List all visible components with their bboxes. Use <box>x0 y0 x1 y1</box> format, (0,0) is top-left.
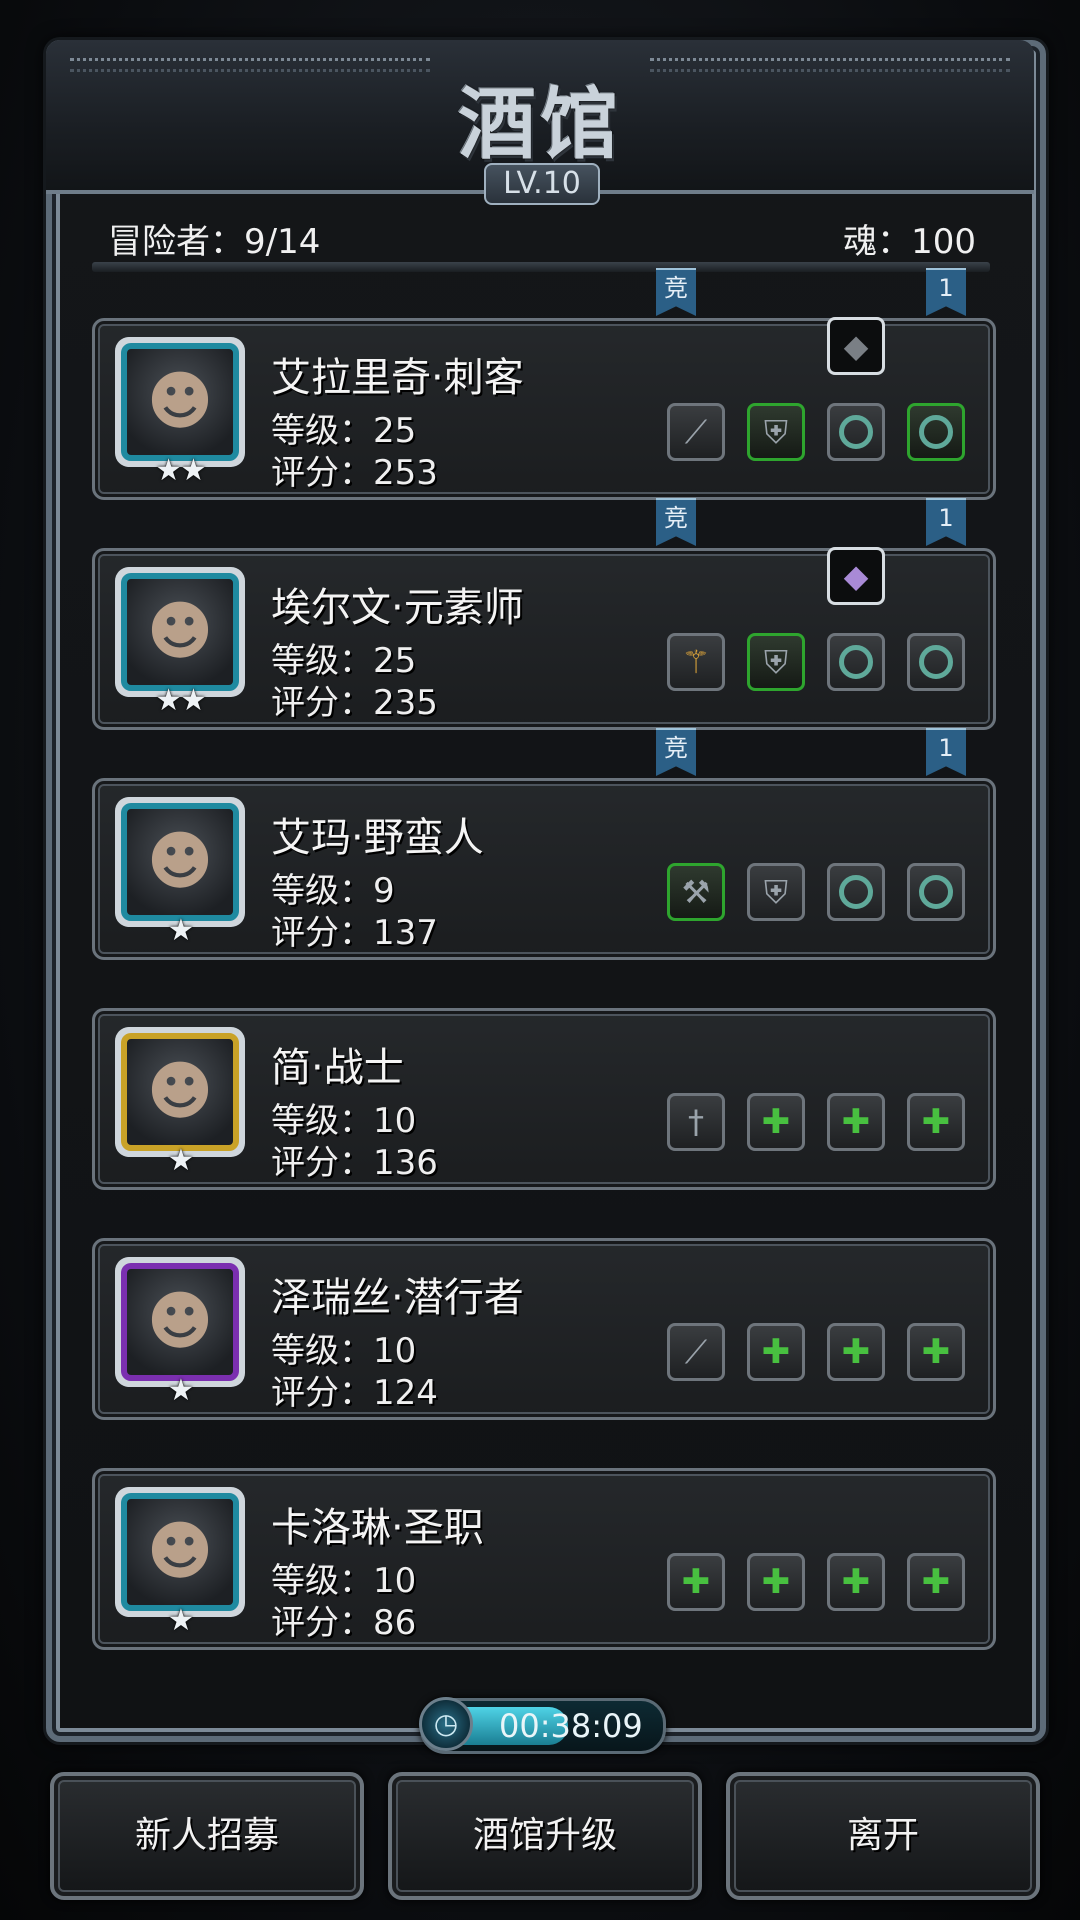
portrait-icon: ☻ <box>121 1033 239 1151</box>
hero-name: 卡洛琳·圣职 <box>271 1505 484 1551</box>
upgrade-tavern-button[interactable]: 酒馆升级 <box>388 1772 702 1900</box>
hero-card[interactable]: ☻ ★★ 艾拉里奇·刺客 等级：25 评分：253 ◆ ⟋ ⛨ <box>92 317 996 500</box>
portrait-icon: ☻ <box>121 1263 239 1381</box>
hero-score: 评分：86 <box>271 1603 417 1643</box>
add-armor-icon[interactable]: ✚ <box>747 1553 805 1611</box>
hero-portrait[interactable]: ☻ ★ <box>115 1027 245 1178</box>
hero-portrait[interactable]: ☻ ★★ <box>115 337 245 488</box>
star-rating: ★ <box>167 1373 195 1408</box>
tavern-level-badge: LV.10 <box>484 163 600 205</box>
portrait-icon: ☻ <box>121 573 239 691</box>
portrait-icon: ☻ <box>121 803 239 921</box>
star-rating: ★ <box>167 1603 195 1638</box>
hero-portrait[interactable]: ☻ ★ <box>115 1487 245 1638</box>
list-top-divider <box>92 262 990 272</box>
ring-icon[interactable] <box>907 633 965 691</box>
star-rating: ★ <box>167 1143 195 1178</box>
timer-text: 00:38:09 <box>499 1707 643 1745</box>
amethyst-icon[interactable]: ◆ <box>827 547 885 605</box>
portrait-icon: ☻ <box>121 1493 239 1611</box>
recruit-button[interactable]: 新人招募 <box>50 1772 364 1900</box>
star-rating: ★ <box>167 913 195 948</box>
hero-name: 简·战士 <box>271 1045 404 1091</box>
add-armor-icon[interactable]: ✚ <box>747 1323 805 1381</box>
ring-icon[interactable] <box>827 403 885 461</box>
add-ring-icon[interactable]: ✚ <box>907 1093 965 1151</box>
soul-count: 魂：100 <box>843 222 976 262</box>
hero-name: 艾拉里奇·刺客 <box>271 355 524 401</box>
hero-card[interactable]: ☻ ★ 艾玛·野蛮人 等级：9 评分：137 ⚒ ⛨ <box>92 778 996 960</box>
add-armor-icon[interactable]: ✚ <box>747 1093 805 1151</box>
ring-icon[interactable] <box>827 863 885 921</box>
add-ring-icon[interactable]: ✚ <box>827 1323 885 1381</box>
add-ring-icon[interactable]: ✚ <box>907 1553 965 1611</box>
armor-icon[interactable]: ⛨ <box>747 863 805 921</box>
hero-name: 泽瑞丝·潜行者 <box>271 1275 524 1321</box>
sword-icon[interactable]: † <box>667 1093 725 1151</box>
refresh-timer: ◷ 00:38:09 <box>419 1697 666 1754</box>
hero-card[interactable]: ☻ ★ 泽瑞丝·潜行者 等级：10 评分：124 ⟋ ✚ ✚ ✚ <box>92 1238 996 1420</box>
leave-button[interactable]: 离开 <box>726 1772 1040 1900</box>
ring-icon[interactable] <box>907 403 965 461</box>
staff-icon[interactable]: ⚚ <box>667 633 725 691</box>
hero-portrait[interactable]: ☻ ★ <box>115 797 245 948</box>
hero-score: 评分：136 <box>271 1143 438 1183</box>
adventurer-count: 冒险者：9/14 <box>108 222 321 262</box>
add-mace-icon[interactable]: ✚ <box>667 1553 725 1611</box>
hero-portrait[interactable]: ☻ ★ <box>115 1257 245 1408</box>
ring-icon[interactable] <box>907 863 965 921</box>
hero-score: 评分：137 <box>271 913 438 953</box>
hero-name: 埃尔文·元素师 <box>271 585 524 631</box>
hero-score: 评分：124 <box>271 1373 438 1413</box>
chain-decoration-left <box>70 58 430 72</box>
hero-card[interactable]: ☻ ★★ 埃尔文·元素师 等级：25 评分：235 ◆ ⚚ ⛨ <box>92 547 996 730</box>
armor-icon[interactable]: ⛨ <box>747 633 805 691</box>
dagger-icon[interactable]: ⟋ <box>667 1323 725 1381</box>
hero-score: 评分：235 <box>271 683 438 723</box>
hero-card[interactable]: ☻ ★ 简·战士 等级：10 评分：136 † ✚ ✚ ✚ <box>92 1008 996 1190</box>
star-rating: ★★ <box>155 683 207 718</box>
add-ring-icon[interactable]: ✚ <box>827 1093 885 1151</box>
stat-bar: 冒险者：9/14 魂：100 <box>108 214 976 262</box>
page-title: 酒馆 <box>457 79 622 170</box>
hero-score: 评分：253 <box>271 453 438 493</box>
chain-decoration-right <box>650 58 1010 72</box>
add-ring-icon[interactable]: ✚ <box>827 1553 885 1611</box>
clock-icon: ◷ <box>419 1697 473 1751</box>
hero-card[interactable]: ☻ ★ 卡洛琳·圣职 等级：10 评分：86 ✚ ✚ ✚ ✚ <box>92 1468 996 1650</box>
ring-icon[interactable] <box>827 633 885 691</box>
dark-stone-icon[interactable]: ◆ <box>827 317 885 375</box>
armor-icon[interactable]: ⛨ <box>747 403 805 461</box>
add-ring-icon[interactable]: ✚ <box>907 1323 965 1381</box>
hero-portrait[interactable]: ☻ ★★ <box>115 567 245 718</box>
portrait-icon: ☻ <box>121 343 239 461</box>
hero-name: 艾玛·野蛮人 <box>271 815 484 861</box>
star-rating: ★★ <box>155 453 207 488</box>
axe-icon[interactable]: ⚒ <box>667 863 725 921</box>
dagger-icon[interactable]: ⟋ <box>667 403 725 461</box>
